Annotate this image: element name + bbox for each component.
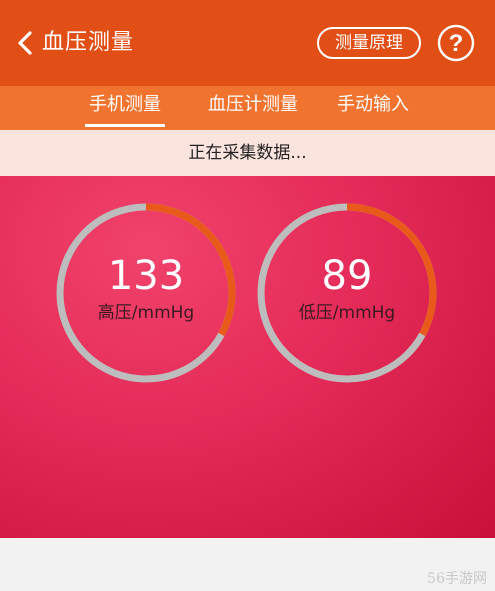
systolic-gauge: 133 高压/mmHg bbox=[53, 200, 239, 386]
tab-manual-input[interactable]: 手动输入 bbox=[328, 90, 418, 126]
app-header: 血压测量 测量原理 ? bbox=[0, 0, 495, 86]
back-arrow-icon[interactable] bbox=[14, 30, 38, 56]
diastolic-unit-label: 低压/mmHg bbox=[298, 303, 396, 323]
diastolic-gauge: 89 低压/mmHg bbox=[254, 200, 440, 386]
measurement-principle-button[interactable]: 测量原理 bbox=[317, 27, 421, 59]
watermark: 56手游网 bbox=[427, 571, 487, 587]
footer-area bbox=[0, 538, 495, 591]
help-icon[interactable]: ? bbox=[437, 24, 475, 62]
help-glyph: ? bbox=[449, 30, 464, 57]
systolic-value: 133 bbox=[107, 253, 185, 299]
tab-bp-monitor-measure[interactable]: 血压计测量 bbox=[196, 90, 310, 126]
tab-phone-measure[interactable]: 手机测量 bbox=[78, 90, 172, 126]
active-tab-indicator bbox=[85, 124, 165, 127]
tab-bar: 手机测量 血压计测量 手动输入 bbox=[0, 86, 495, 130]
status-message: 正在采集数据... bbox=[0, 130, 495, 176]
diastolic-value: 89 bbox=[321, 253, 373, 299]
systolic-unit-label: 高压/mmHg bbox=[97, 303, 195, 323]
page-title: 血压测量 bbox=[42, 30, 135, 55]
